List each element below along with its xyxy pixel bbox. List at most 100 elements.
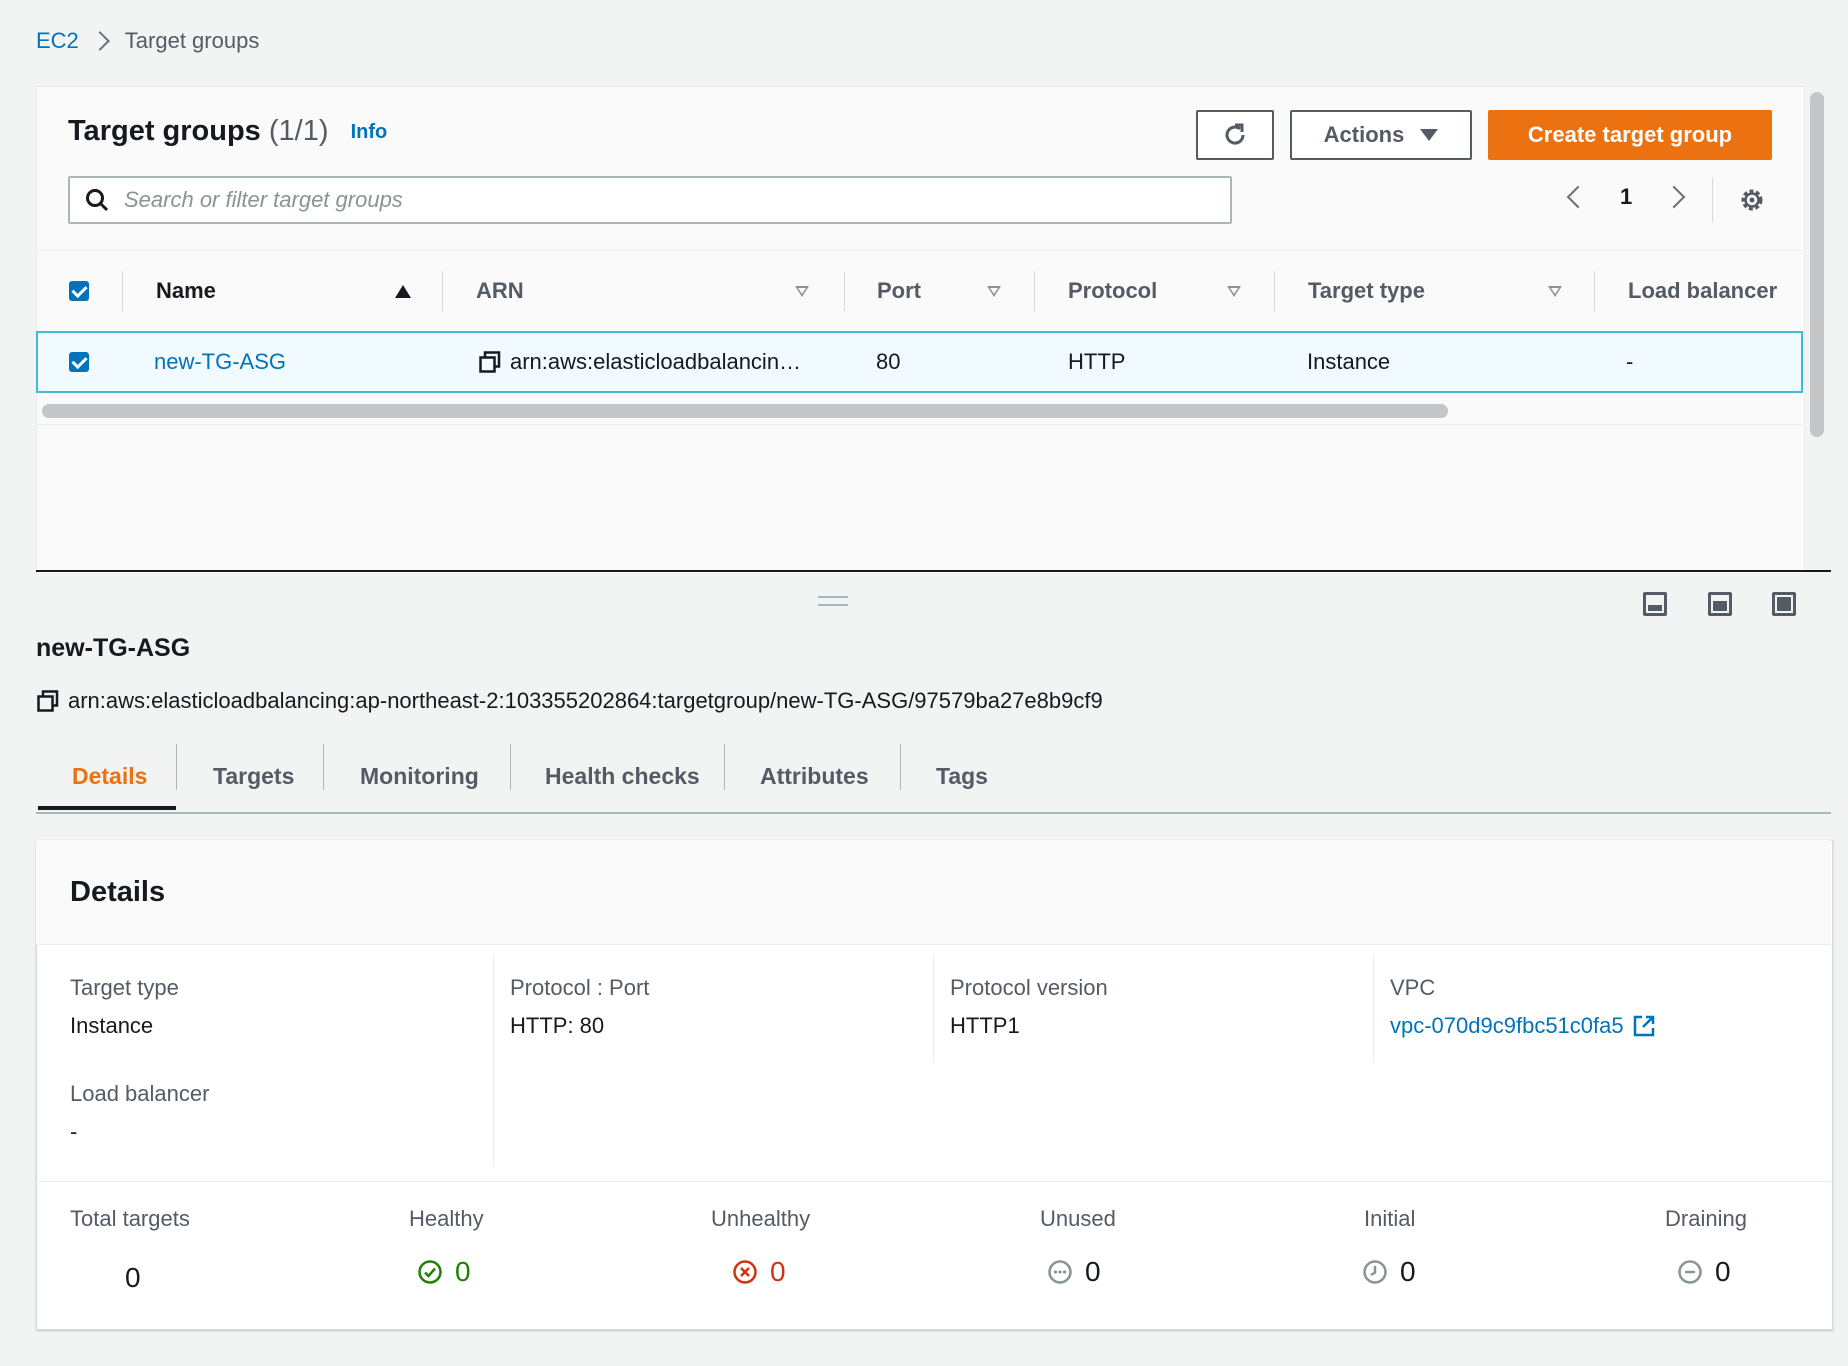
current-page[interactable]: 1 bbox=[1620, 184, 1632, 210]
status-unhealthy-icon bbox=[733, 1260, 757, 1284]
column-header-protocol[interactable]: Protocol bbox=[1068, 251, 1157, 331]
chevron-left-icon[interactable] bbox=[1566, 185, 1590, 209]
refresh-button[interactable] bbox=[1196, 110, 1274, 160]
row-arn-text: arn:aws:elasticloadbalancin… bbox=[510, 349, 802, 374]
row-load-balancer: - bbox=[1626, 349, 1634, 374]
resize-handle-icon[interactable] bbox=[818, 596, 848, 606]
horizontal-scrollbar[interactable] bbox=[42, 404, 1448, 418]
sort-icon[interactable] bbox=[1548, 286, 1562, 297]
field-label-vpc: VPC bbox=[1390, 975, 1436, 1000]
field-label-protocol-port: Protocol : Port bbox=[510, 975, 650, 1000]
column-divider bbox=[1034, 271, 1035, 311]
breadcrumb-ec2-link[interactable]: EC2 bbox=[36, 28, 79, 54]
tab-tags[interactable]: Tags bbox=[936, 740, 988, 812]
tab-targets[interactable]: Targets bbox=[213, 740, 294, 812]
active-tab-indicator bbox=[38, 806, 176, 810]
pagination: 1 bbox=[1566, 184, 1686, 210]
field-value-protocol-port: HTTP: 80 bbox=[510, 1013, 605, 1038]
copy-icon[interactable] bbox=[478, 350, 502, 374]
external-link-icon[interactable] bbox=[1632, 1014, 1656, 1038]
stat-value-total: 0 bbox=[125, 1262, 141, 1294]
tab-details[interactable]: Details bbox=[72, 740, 147, 812]
select-all-checkbox[interactable] bbox=[69, 281, 89, 301]
tab-divider bbox=[176, 744, 177, 790]
field-label-protocol-version: Protocol version bbox=[950, 975, 1108, 1000]
view-split-icon[interactable] bbox=[1708, 592, 1732, 616]
search-icon bbox=[86, 189, 109, 212]
stat-value-unhealthy: 0 bbox=[732, 1256, 786, 1288]
column-divider bbox=[442, 271, 443, 311]
column-divider bbox=[493, 956, 494, 1165]
tab-monitoring[interactable]: Monitoring bbox=[360, 740, 479, 812]
stat-unused-value: 0 bbox=[1085, 1256, 1101, 1287]
split-panel-divider bbox=[36, 570, 1831, 572]
field-value-load-balancer: - bbox=[70, 1119, 78, 1144]
panel-count: (1/1) bbox=[268, 115, 329, 147]
status-healthy-icon bbox=[418, 1260, 442, 1284]
tab-health-checks[interactable]: Health checks bbox=[545, 740, 700, 812]
stat-value-initial: 0 bbox=[1362, 1256, 1416, 1288]
chevron-right-icon[interactable] bbox=[1662, 185, 1686, 209]
copy-icon[interactable] bbox=[36, 689, 60, 713]
vpc-link[interactable]: vpc-070d9c9fbc51c0fa5 bbox=[1390, 1013, 1624, 1039]
page-title: Target groups (1/1) Info bbox=[68, 115, 387, 148]
column-divider bbox=[1594, 271, 1595, 311]
search-box[interactable] bbox=[68, 176, 1232, 224]
search-input[interactable] bbox=[122, 186, 1206, 214]
status-initial-icon bbox=[1363, 1260, 1387, 1284]
tab-attributes[interactable]: Attributes bbox=[760, 740, 869, 812]
vertical-scrollbar[interactable] bbox=[1810, 92, 1824, 437]
detail-title: new-TG-ASG bbox=[36, 634, 191, 662]
breadcrumb-current: Target groups bbox=[124, 28, 260, 53]
column-divider bbox=[1274, 271, 1275, 311]
tab-divider bbox=[510, 744, 511, 790]
row-target-type: Instance bbox=[1307, 349, 1391, 374]
row-port: 80 bbox=[876, 349, 901, 374]
gear-icon[interactable] bbox=[1738, 186, 1766, 214]
sort-ascending-icon[interactable] bbox=[395, 285, 411, 298]
stat-total-value: 0 bbox=[125, 1262, 141, 1293]
column-divider bbox=[933, 956, 934, 1062]
sort-icon[interactable] bbox=[795, 286, 809, 297]
tab-bar: Details Targets Monitoring Health checks… bbox=[36, 740, 1831, 814]
caret-down-icon bbox=[1420, 129, 1439, 141]
column-divider bbox=[844, 271, 845, 311]
panel-title-text: Target groups bbox=[68, 115, 261, 147]
column-header-name[interactable]: Name bbox=[156, 251, 216, 331]
view-full-icon[interactable] bbox=[1772, 592, 1796, 616]
column-header-target-type[interactable]: Target type bbox=[1308, 251, 1425, 331]
stat-label-unhealthy: Unhealthy bbox=[711, 1206, 811, 1231]
column-divider bbox=[1373, 956, 1374, 1062]
row-protocol: HTTP bbox=[1068, 349, 1126, 374]
detail-arn-text: arn:aws:elasticloadbalancing:ap-northeas… bbox=[68, 688, 1103, 713]
details-card-title: Details bbox=[70, 876, 166, 908]
pagination-divider bbox=[1712, 178, 1713, 222]
stat-value-draining: 0 bbox=[1677, 1256, 1731, 1288]
info-link[interactable]: Info bbox=[351, 121, 388, 143]
tab-divider bbox=[323, 744, 324, 790]
sort-icon[interactable] bbox=[1227, 286, 1241, 297]
stat-label-healthy: Healthy bbox=[409, 1206, 484, 1231]
stat-value-healthy: 0 bbox=[417, 1256, 471, 1288]
field-label-load-balancer: Load balancer bbox=[70, 1081, 210, 1106]
row-name-link[interactable]: new-TG-ASG bbox=[154, 333, 286, 391]
status-draining-icon bbox=[1678, 1260, 1702, 1284]
column-header-load-balancer[interactable]: Load balancer bbox=[1628, 251, 1777, 331]
details-card-header bbox=[36, 840, 1831, 945]
column-header-arn[interactable]: ARN bbox=[476, 251, 524, 331]
stat-label-draining: Draining bbox=[1665, 1206, 1747, 1231]
stat-label-unused: Unused bbox=[1040, 1206, 1116, 1231]
table-bottom-border bbox=[36, 424, 1803, 425]
view-bottom-icon[interactable] bbox=[1643, 592, 1667, 616]
tab-divider bbox=[900, 744, 901, 790]
create-target-group-button[interactable]: Create target group bbox=[1488, 110, 1772, 160]
sort-icon[interactable] bbox=[987, 286, 1001, 297]
stats-divider bbox=[36, 1181, 1831, 1182]
table-row[interactable]: new-TG-ASG arn:aws:elasticloadbalancin… … bbox=[36, 331, 1803, 393]
actions-label: Actions bbox=[1323, 122, 1405, 147]
actions-button[interactable]: Actions bbox=[1290, 110, 1472, 160]
column-divider bbox=[122, 271, 123, 311]
row-checkbox[interactable] bbox=[69, 352, 89, 372]
status-unused-icon bbox=[1048, 1260, 1072, 1284]
column-header-port[interactable]: Port bbox=[877, 251, 921, 331]
